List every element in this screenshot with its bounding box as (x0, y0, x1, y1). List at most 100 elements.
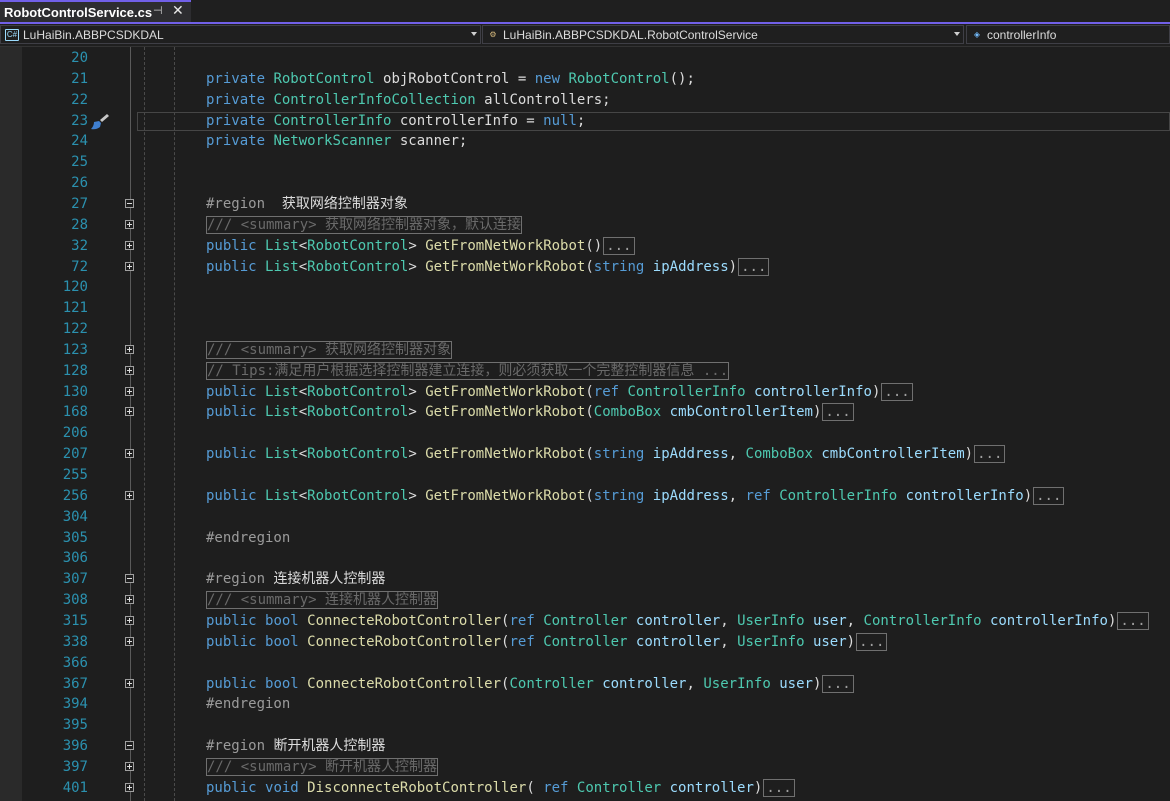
expand-icon[interactable] (125, 407, 134, 417)
code-line[interactable]: 256 public List<RobotControl> GetFromNetW… (0, 486, 1170, 507)
expand-icon[interactable] (125, 761, 134, 771)
code-line[interactable]: 32 public List<RobotControl> GetFromNetWo… (0, 236, 1170, 257)
code-line[interactable]: 338 public bool ConnecteRobotController(r… (0, 632, 1170, 653)
code-line[interactable]: 206 (0, 423, 1170, 444)
code-token: List (265, 446, 299, 463)
collapsed-comment[interactable]: /// <summary> 获取网络控制器对象，默认连接 (206, 215, 523, 234)
collapsed-block-ellipsis[interactable]: ... (822, 403, 854, 422)
code-token: ) (1023, 487, 1033, 504)
pin-icon[interactable]: ⊣ (153, 4, 163, 17)
code-line[interactable]: 72 public List<RobotControl> GetFromNetWo… (0, 257, 1170, 278)
collapsed-block-ellipsis[interactable]: ... (974, 445, 1006, 464)
collapsed-block-ellipsis[interactable]: ... (822, 674, 854, 693)
close-icon[interactable]: ✕ (172, 2, 184, 19)
code-line[interactable]: 25 (0, 152, 1170, 173)
code-token: RobotControl (273, 70, 384, 87)
collapse-icon[interactable] (125, 741, 134, 751)
code-token: GetFromNetWorkRobot (425, 487, 586, 504)
code-line[interactable]: 26 (0, 173, 1170, 194)
expand-icon[interactable] (125, 615, 134, 625)
code-token: ipAddress (652, 446, 729, 463)
code-line[interactable]: 367 public bool ConnecteRobotController(C… (0, 674, 1170, 695)
code-token: string (593, 446, 653, 463)
code-line[interactable]: 27 #region 获取网络控制器对象 (0, 194, 1170, 215)
code-line[interactable]: 401 public void DisconnecteRobotControlle… (0, 778, 1170, 799)
code-line[interactable]: 22 private ControllerInfoCollection allCo… (0, 90, 1170, 111)
collapsed-block-ellipsis[interactable]: ... (738, 257, 770, 276)
code-line[interactable]: 308 /// <summary> 连接机器人控制器 (0, 590, 1170, 611)
code-line[interactable]: 123 /// <summary> 获取网络控制器对象 (0, 340, 1170, 361)
collapsed-block-ellipsis[interactable]: ... (1117, 611, 1149, 630)
tab-title: RobotControlService.cs (4, 4, 153, 20)
code-line[interactable]: 305 #endregion (0, 528, 1170, 549)
code-token: GetFromNetWorkRobot (425, 446, 586, 463)
code-line[interactable]: 306 (0, 548, 1170, 569)
code-line[interactable]: 307 #region 连接机器人控制器 (0, 569, 1170, 590)
code-line[interactable]: 395 (0, 715, 1170, 736)
collapsed-comment[interactable]: /// <summary> 获取网络控制器对象 (206, 340, 453, 359)
expand-icon[interactable] (125, 782, 134, 792)
code-token: ref (543, 779, 577, 796)
code-token: , (728, 487, 746, 504)
collapsed-block-ellipsis[interactable]: ... (856, 632, 888, 651)
code-line[interactable]: 28 /// <summary> 获取网络控制器对象，默认连接 (0, 215, 1170, 236)
code-token: Controller (543, 612, 636, 629)
code-line[interactable]: 397 /// <summary> 断开机器人控制器 (0, 757, 1170, 778)
expand-icon[interactable] (125, 344, 134, 354)
code-line[interactable]: 168 public List<RobotControl> GetFromNetW… (0, 402, 1170, 423)
expand-icon[interactable] (125, 365, 134, 375)
expand-icon[interactable] (125, 490, 134, 500)
code-line[interactable]: 23 private ControllerInfo controllerInfo … (0, 111, 1170, 132)
collapsed-comment[interactable]: /// <summary> 断开机器人控制器 (206, 757, 439, 776)
expand-icon[interactable] (125, 219, 134, 229)
line-number: 72 (71, 258, 88, 275)
code-line[interactable]: 255 (0, 465, 1170, 486)
member-dropdown[interactable]: ◈ controllerInfo (966, 25, 1170, 44)
code-token: public (206, 779, 266, 796)
expand-icon[interactable] (125, 678, 134, 688)
collapsed-comment[interactable]: /// <summary> 连接机器人控制器 (206, 591, 439, 610)
code-line[interactable]: 304 (0, 507, 1170, 528)
expand-icon[interactable] (125, 595, 134, 605)
line-number: 122 (62, 321, 88, 338)
code-text: private ControllerInfoCollection allCont… (206, 90, 611, 111)
expand-icon[interactable] (125, 636, 134, 646)
code-line[interactable]: 130 public List<RobotControl> GetFromNetW… (0, 382, 1170, 403)
quick-actions-brush-icon[interactable] (88, 113, 110, 131)
collapse-icon[interactable] (125, 574, 134, 584)
code-text: /// <summary> 断开机器人控制器 (206, 757, 439, 778)
code-line[interactable]: 121 (0, 298, 1170, 319)
code-token: NetworkScanner (273, 133, 400, 150)
project-dropdown[interactable]: C# LuHaiBin.ABBPCSDKDAL (0, 25, 481, 44)
code-line[interactable]: 396 #region 断开机器人控制器 (0, 736, 1170, 757)
collapsed-block-ellipsis[interactable]: ... (881, 382, 913, 401)
code-line[interactable]: 394 #endregion (0, 694, 1170, 715)
code-line[interactable]: 128 // Tips:满足用户根据选择控制器建立连接，则必须获取一个完整控制器信… (0, 361, 1170, 382)
code-token: < (298, 487, 308, 504)
collapsed-comment[interactable]: // Tips:满足用户根据选择控制器建立连接，则必须获取一个完整控制器信息 .… (206, 361, 730, 380)
code-line[interactable]: 24 private NetworkScanner scanner; (0, 131, 1170, 152)
code-line[interactable]: 20 (0, 48, 1170, 69)
code-line[interactable]: 120 (0, 277, 1170, 298)
code-line[interactable]: 207 public List<RobotControl> GetFromNetW… (0, 444, 1170, 465)
code-line[interactable]: 122 (0, 319, 1170, 340)
collapsed-block-ellipsis[interactable]: ... (763, 778, 795, 797)
type-dropdown[interactable]: ⚙ LuHaiBin.ABBPCSDKDAL.RobotControlServi… (482, 25, 964, 44)
collapse-icon[interactable] (125, 198, 134, 208)
expand-icon[interactable] (125, 386, 134, 396)
line-number: 20 (71, 50, 88, 66)
code-token: > (408, 237, 426, 254)
code-editor[interactable]: 20 21 private RobotControl objRobotControl… (0, 47, 1170, 801)
document-tab[interactable]: RobotControlService.cs ⊣ ✕ (0, 0, 191, 22)
code-line[interactable]: 366 (0, 653, 1170, 674)
expand-icon[interactable] (125, 261, 134, 271)
collapsed-block-ellipsis[interactable]: ... (1033, 486, 1065, 505)
project-dropdown-value: LuHaiBin.ABBPCSDKDAL (23, 27, 164, 42)
code-token: RobotControl (307, 258, 409, 275)
collapsed-block-ellipsis[interactable]: ... (603, 236, 635, 255)
code-token: controllerInfo = (399, 112, 544, 129)
expand-icon[interactable] (125, 240, 134, 250)
expand-icon[interactable] (125, 449, 134, 459)
code-line[interactable]: 315 public bool ConnecteRobotController(r… (0, 611, 1170, 632)
code-line[interactable]: 21 private RobotControl objRobotControl =… (0, 69, 1170, 90)
